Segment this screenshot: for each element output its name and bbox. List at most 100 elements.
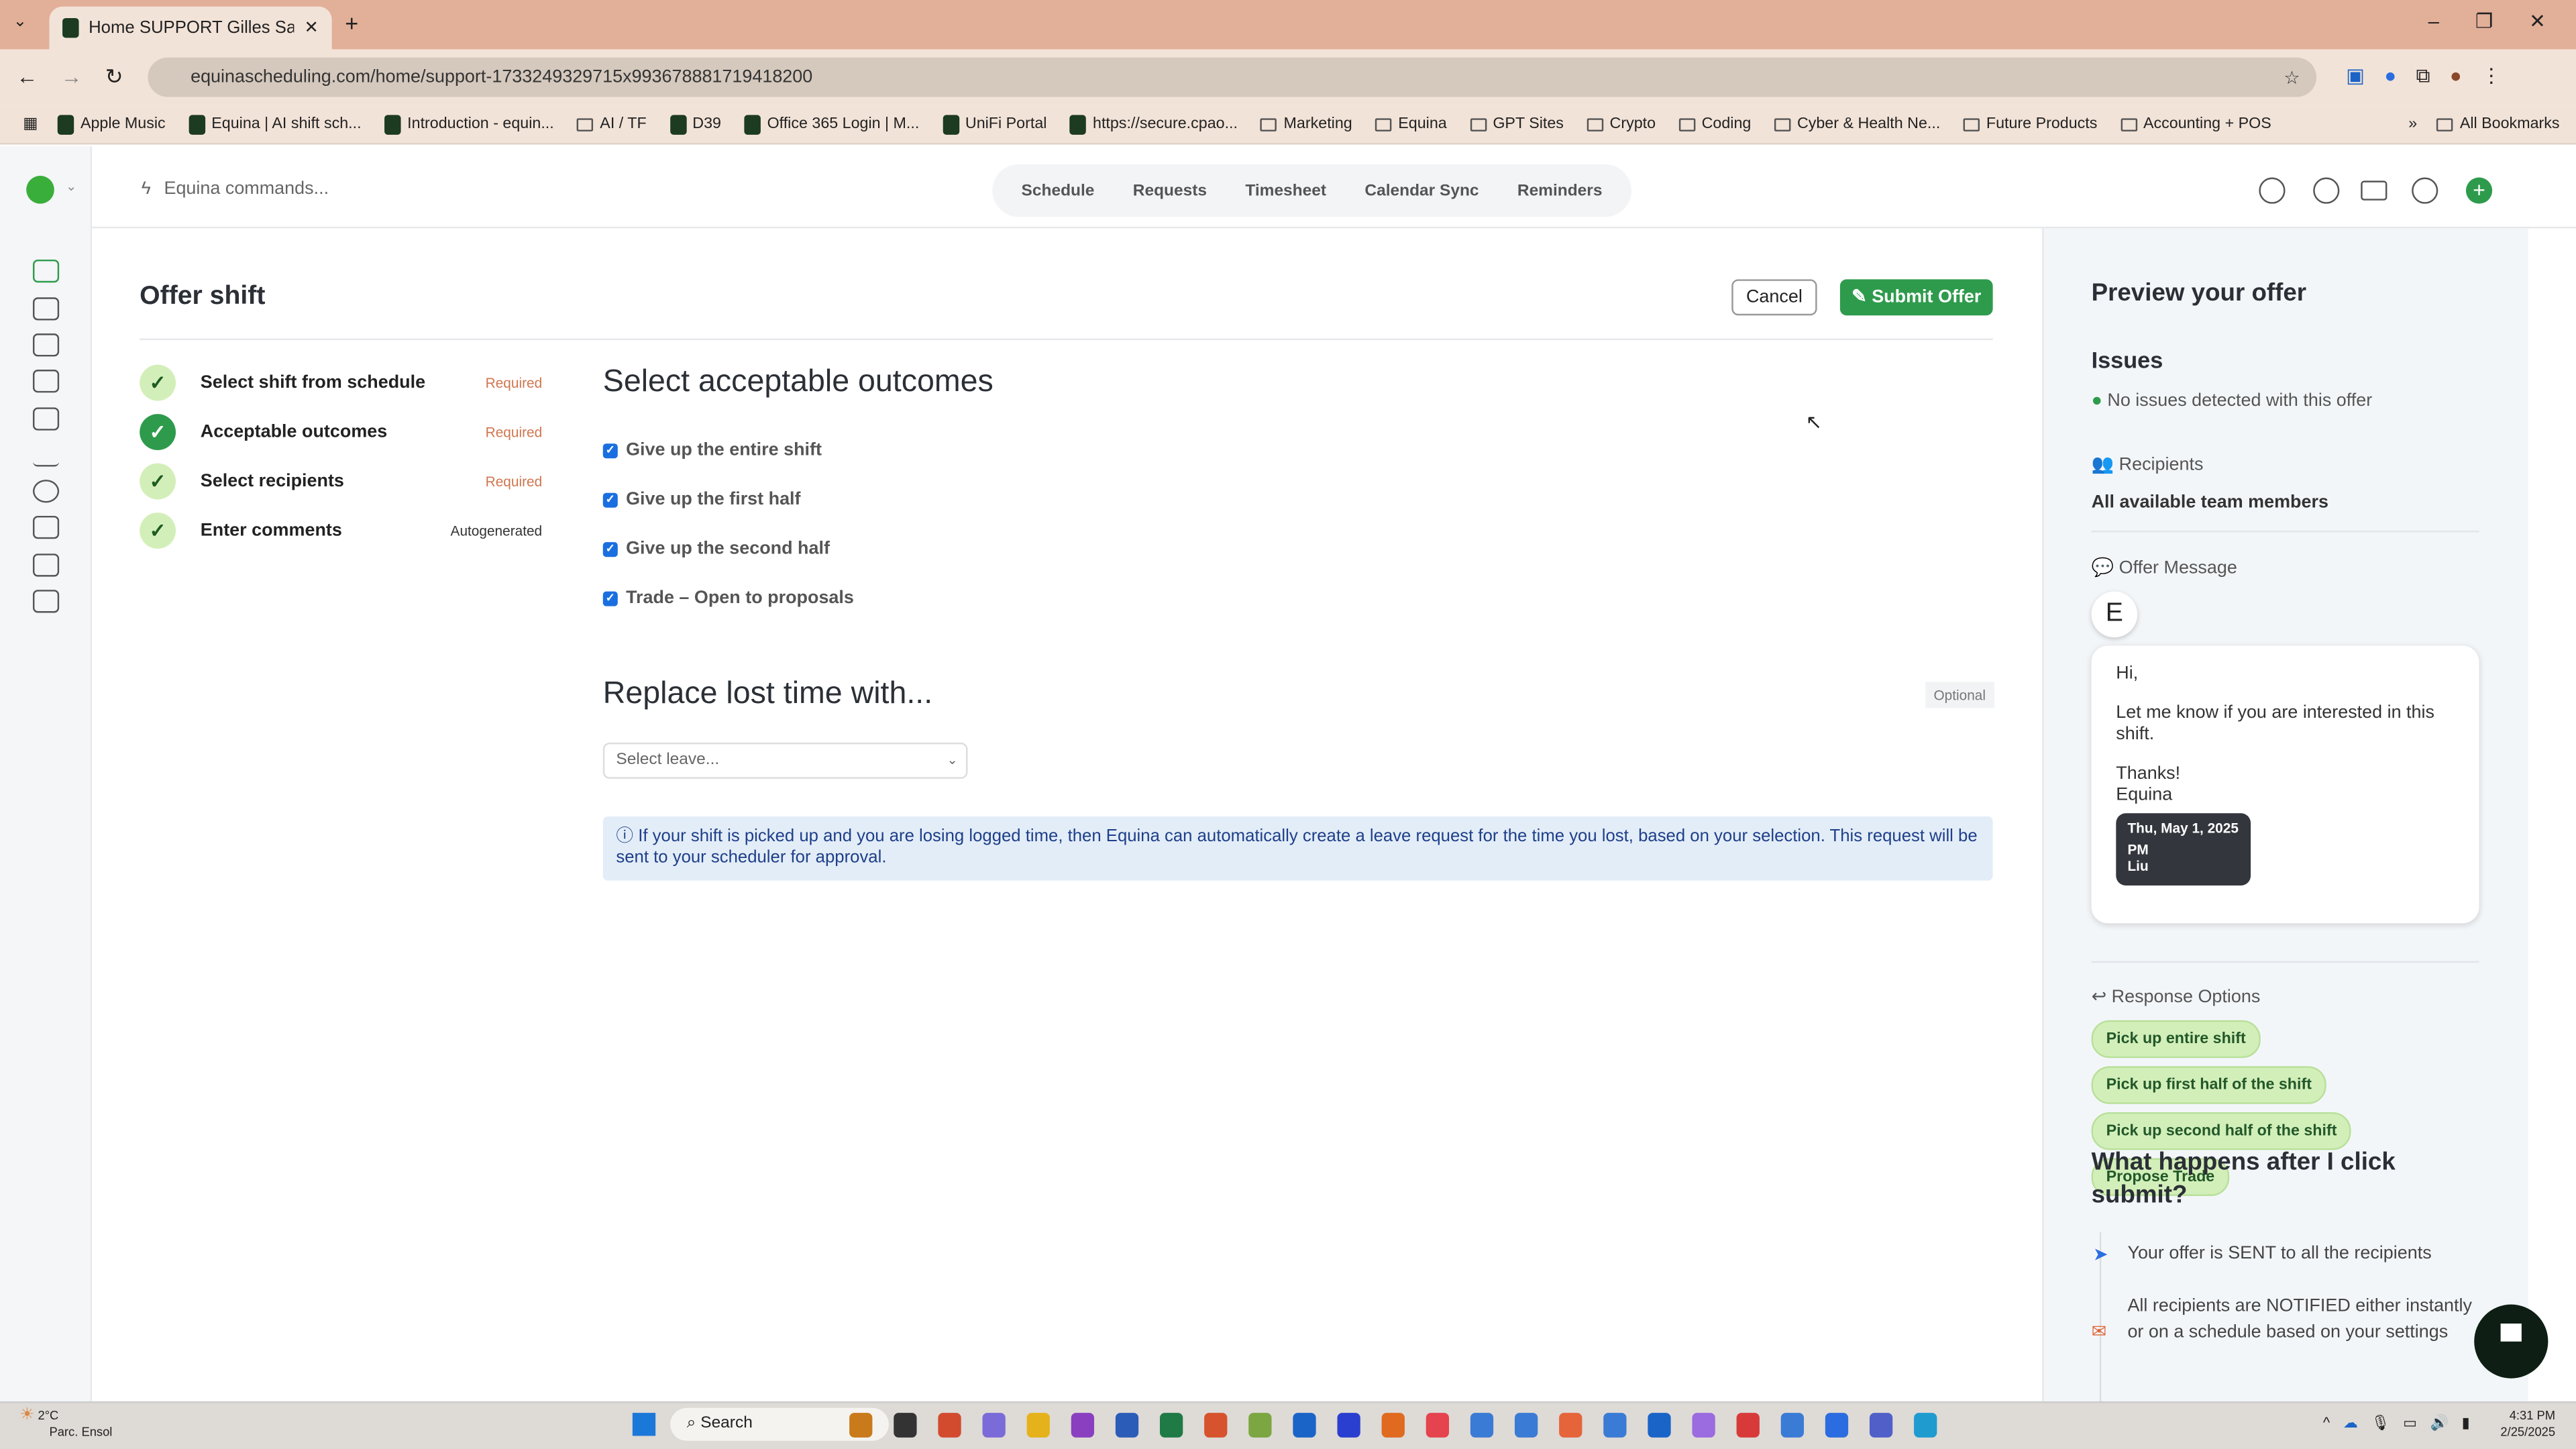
all-bookmarks[interactable]: All Bookmarks (2436, 115, 2560, 133)
bookmark-item[interactable]: GPT Sites (1470, 115, 1564, 133)
checkbox-checked-icon[interactable]: ✓ (602, 590, 618, 606)
taskbar-app-icon[interactable] (849, 1413, 873, 1438)
checkbox-checked-icon[interactable]: ✓ (602, 492, 618, 507)
chat-icon[interactable] (32, 515, 60, 539)
bookmark-item[interactable]: https://secure.cpao... (1069, 114, 1238, 134)
taskbar-app-icon[interactable] (1736, 1413, 1760, 1438)
taskbar-app-icon[interactable] (1426, 1413, 1450, 1438)
workspace-chevron-icon[interactable]: ⌄ (66, 179, 76, 194)
map-icon[interactable] (32, 590, 60, 613)
step-item[interactable]: ✓ Select shift from schedule Required (140, 358, 542, 407)
cancel-button[interactable]: Cancel (1731, 279, 1817, 316)
command-bar[interactable]: ϟ Equina commands... (142, 179, 329, 199)
taskbar-app-icon[interactable] (1337, 1413, 1360, 1438)
volume-icon[interactable]: 🔊 (2430, 1415, 2449, 1433)
taskbar-app-icon[interactable] (1780, 1413, 1805, 1438)
taskbar-app-icon[interactable] (1692, 1413, 1715, 1438)
close-tab-icon[interactable]: ✕ (305, 18, 319, 38)
taskbar-app-icon[interactable] (1514, 1413, 1538, 1438)
help-icon[interactable] (2313, 177, 2340, 204)
outcome-checkbox[interactable]: ✓ Give up the second half (602, 524, 854, 573)
outcome-checkbox[interactable]: ✓ Give up the entire shift (602, 425, 854, 474)
grid-icon[interactable] (32, 333, 60, 357)
nav-requests[interactable]: Requests (1133, 182, 1207, 200)
nav-timesheet[interactable]: Timesheet (1245, 182, 1326, 200)
taskbar-app-icon[interactable] (1914, 1413, 1937, 1438)
bookmark-item[interactable]: AI / TF (577, 115, 647, 133)
forward-icon[interactable]: → (61, 64, 83, 91)
bookmark-item[interactable]: Cyber & Health Ne... (1774, 115, 1940, 133)
document-icon[interactable] (32, 370, 60, 393)
bookmark-item[interactable]: Marketing (1260, 115, 1352, 133)
outcome-checkbox[interactable]: ✓ Give up the first half (602, 475, 854, 524)
nav-reminders[interactable]: Reminders (1517, 182, 1603, 200)
clock[interactable]: 4:31 PM 2/25/2025 (2500, 1408, 2555, 1441)
chart-icon[interactable] (32, 443, 60, 467)
taskbar-app-icon[interactable] (1159, 1413, 1183, 1438)
new-tab-icon[interactable]: + (345, 10, 358, 36)
back-icon[interactable]: ← (16, 64, 38, 91)
minimize-icon[interactable]: – (2428, 10, 2439, 33)
equina-logo[interactable] (26, 176, 54, 204)
step-item[interactable]: ✓ Acceptable outcomes Required (140, 407, 542, 456)
bookmark-item[interactable]: Accounting + POS (2120, 115, 2271, 133)
outcome-checkbox[interactable]: ✓ Trade – Open to proposals (602, 574, 854, 623)
home-icon[interactable] (32, 259, 60, 283)
address-bar[interactable]: equinascheduling.com/home/support-173324… (148, 57, 2317, 97)
taskbar-app-icon[interactable] (1648, 1413, 1671, 1438)
book-icon[interactable] (32, 553, 60, 577)
tray-chevron-icon[interactable]: ^ (2323, 1415, 2330, 1433)
table-icon[interactable] (32, 407, 60, 431)
leave-select[interactable]: Select leave... ⌄ (602, 742, 968, 779)
bookmark-item[interactable]: Coding (1678, 115, 1751, 133)
taskbar-app-icon[interactable] (1248, 1413, 1272, 1438)
bookmark-item[interactable]: Crypto (1587, 115, 1656, 133)
taskbar-app-icon[interactable] (1381, 1413, 1405, 1438)
network-icon[interactable]: ▭ (2403, 1415, 2417, 1433)
checkbox-checked-icon[interactable]: ✓ (602, 541, 618, 556)
tab-search-icon[interactable]: ⌄ (13, 13, 28, 32)
start-icon[interactable] (632, 1413, 656, 1436)
nav-calendar-sync[interactable]: Calendar Sync (1364, 182, 1479, 200)
apps-icon[interactable]: ▦ (23, 115, 38, 133)
extension-icon[interactable]: ▣ (2346, 64, 2365, 89)
taskbar-app-icon[interactable] (1825, 1413, 1849, 1438)
taskbar-app-icon[interactable] (1470, 1413, 1494, 1438)
taskbar-app-icon[interactable] (1293, 1413, 1316, 1438)
more-bookmarks-icon[interactable]: » (2408, 115, 2417, 133)
taskbar-app-icon[interactable] (1559, 1413, 1582, 1438)
taskbar-app-icon[interactable] (1869, 1413, 1893, 1438)
bookmark-item[interactable]: Equina | AI shift sch... (188, 114, 362, 134)
taskbar-app-icon[interactable] (894, 1413, 917, 1438)
taskbar-app-icon[interactable] (1071, 1413, 1095, 1438)
bookmark-star-icon[interactable]: ☆ (2284, 66, 2300, 88)
step-item[interactable]: ✓ Select recipients Required (140, 457, 542, 506)
profile-avatar[interactable]: ● (2450, 64, 2462, 89)
add-icon[interactable]: + (2465, 177, 2493, 204)
submit-offer-button[interactable]: ✎ Submit Offer (1839, 279, 1993, 316)
close-window-icon[interactable]: ✕ (2529, 10, 2546, 33)
taskbar-app-icon[interactable] (1115, 1413, 1139, 1438)
reload-icon[interactable]: ↻ (105, 64, 123, 91)
browser-tab[interactable]: Home SUPPORT Gilles Sandbo ✕ (49, 6, 332, 50)
bookmark-item[interactable]: Introduction - equin... (384, 114, 554, 134)
phone-icon[interactable] (32, 480, 60, 503)
taskbar-app-icon[interactable] (1026, 1413, 1050, 1438)
bookmark-item[interactable]: Apple Music (57, 114, 166, 134)
zoom-extension-icon[interactable]: ● (2384, 64, 2396, 89)
calendar-icon[interactable] (32, 297, 60, 321)
mail-icon[interactable] (2361, 180, 2387, 201)
step-item[interactable]: ✓ Enter comments Autogenerated (140, 506, 542, 555)
settings-icon[interactable] (2412, 177, 2438, 204)
bookmark-item[interactable]: D39 (669, 114, 721, 134)
bookmark-item[interactable]: Equina (1375, 115, 1447, 133)
onedrive-icon[interactable]: ☁ (2343, 1415, 2358, 1433)
bookmark-item[interactable]: UniFi Portal (942, 114, 1046, 134)
battery-icon[interactable]: ▮ (2462, 1415, 2470, 1433)
checkbox-checked-icon[interactable]: ✓ (602, 443, 618, 458)
nav-schedule[interactable]: Schedule (1022, 182, 1095, 200)
taskbar-app-icon[interactable] (1603, 1413, 1627, 1438)
chat-widget-button[interactable]: ▀ (2474, 1304, 2548, 1379)
taskbar-app-icon[interactable] (1204, 1413, 1228, 1438)
taskbar-app-icon[interactable] (938, 1413, 961, 1438)
